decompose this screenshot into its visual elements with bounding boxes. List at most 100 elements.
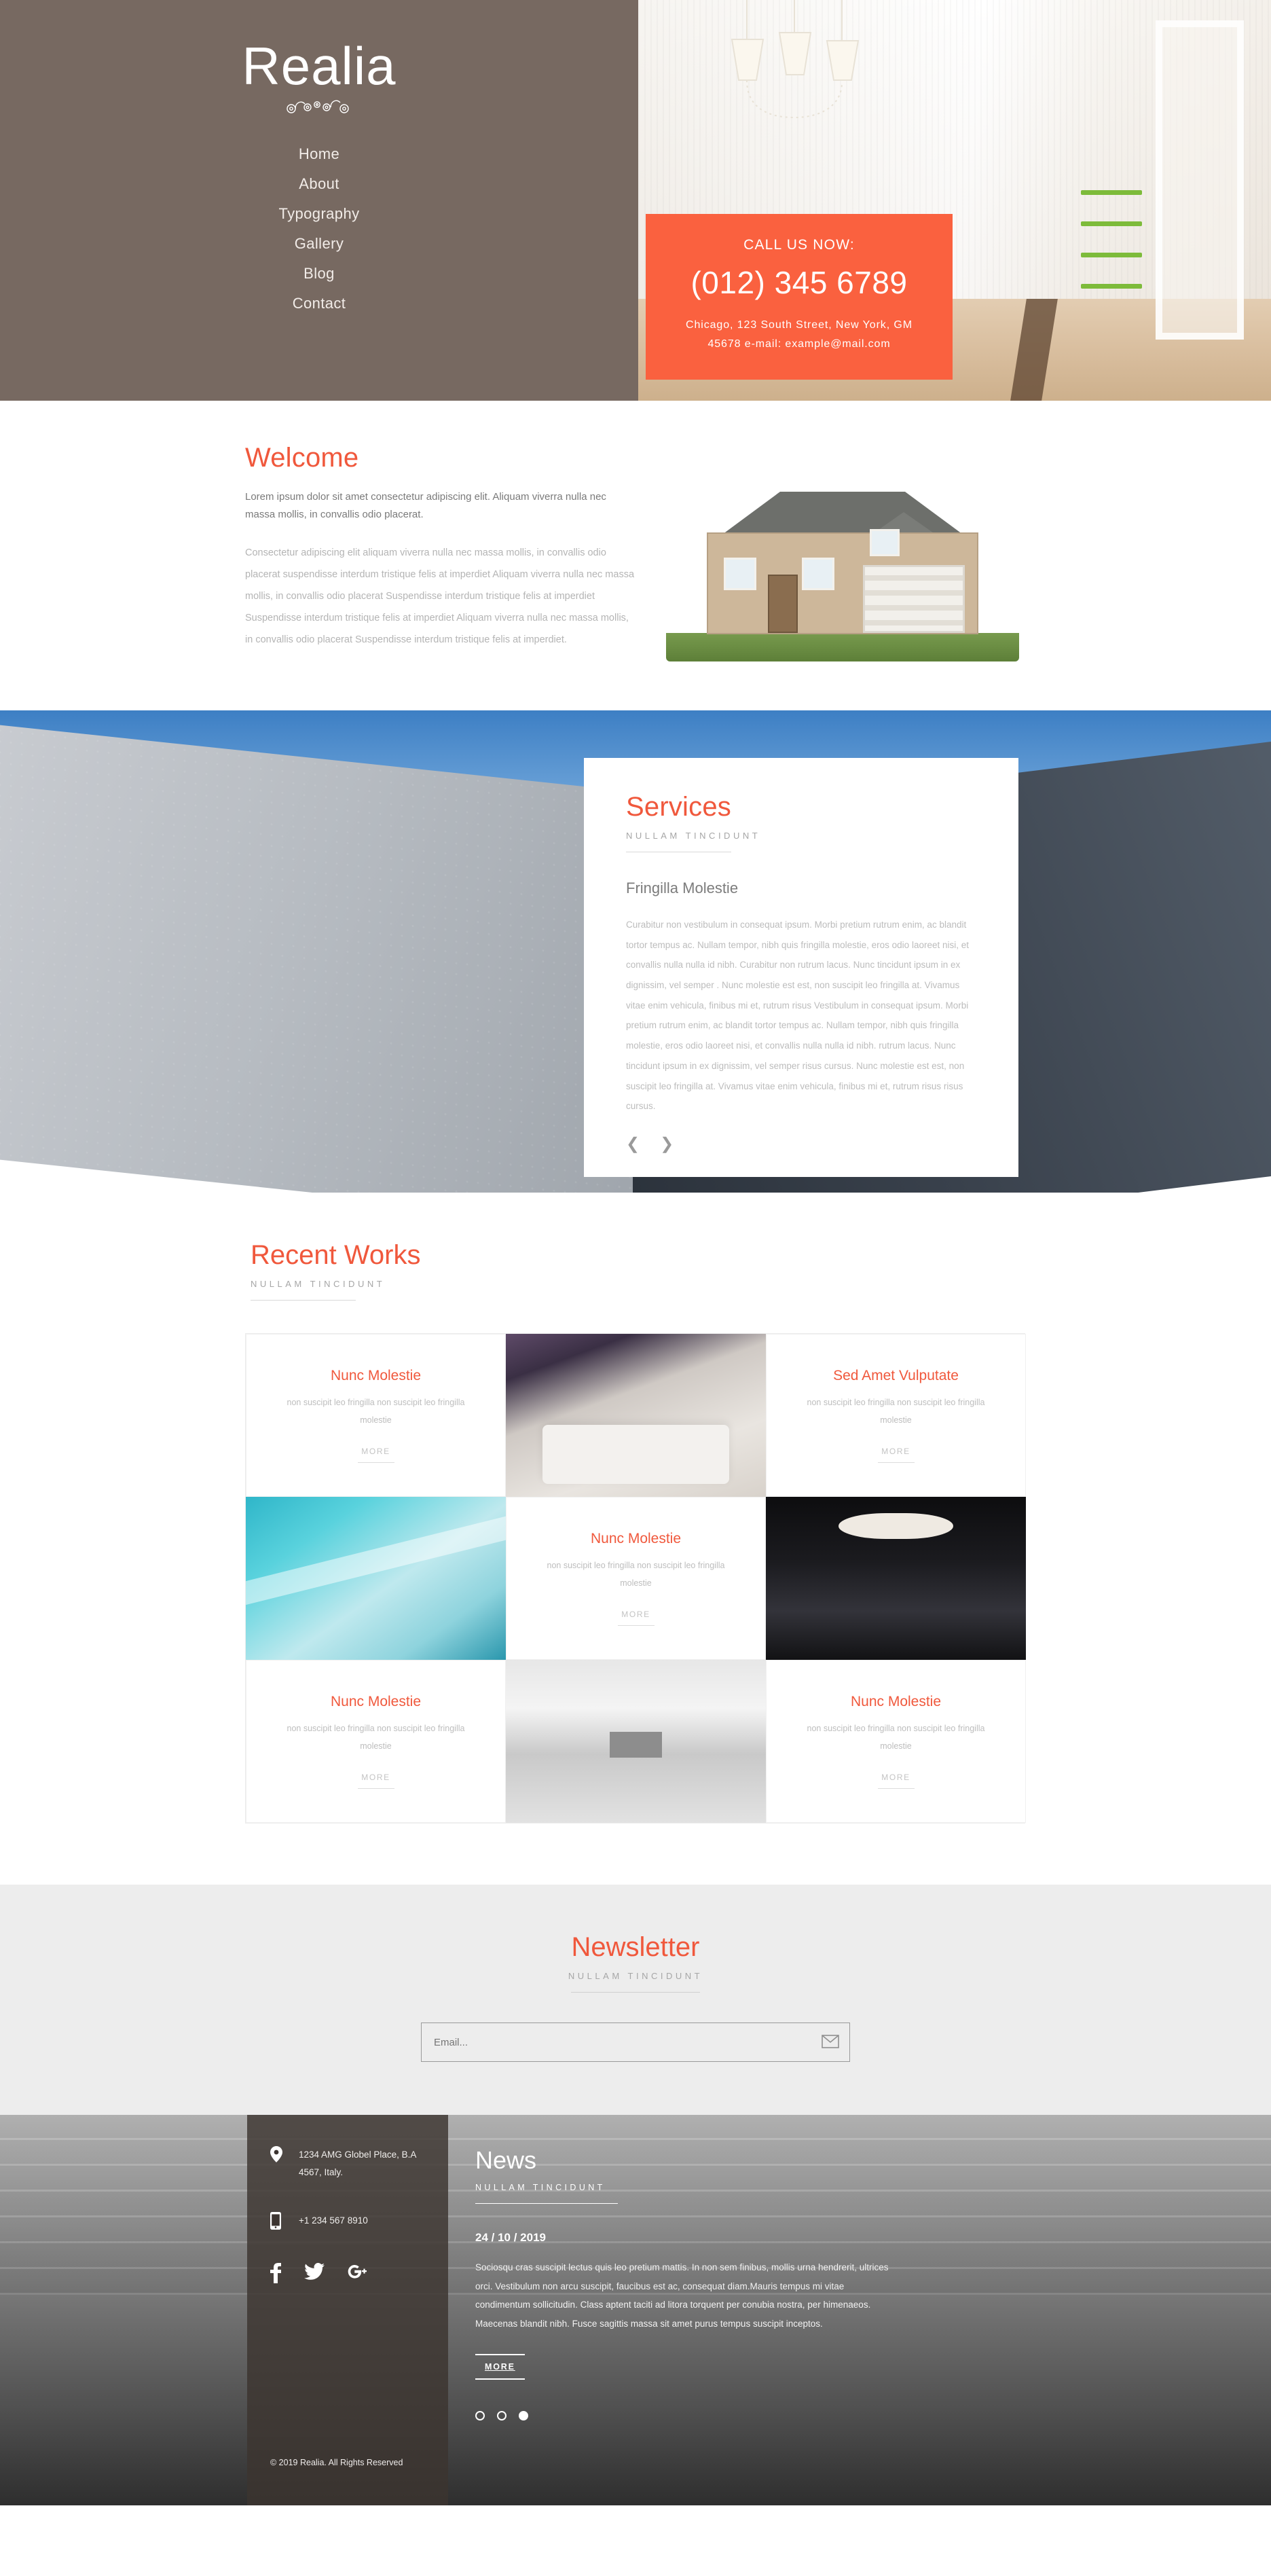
hero-address-line2: 45678 e-mail: example@mail.com: [707, 338, 891, 350]
nav-item-contact[interactable]: Contact: [293, 295, 346, 312]
welcome-title: Welcome: [245, 443, 359, 473]
work-card-desc: non suscipit leo fringilla non suscipit …: [287, 1397, 465, 1425]
envelope-icon: [822, 2034, 839, 2050]
main-navigation[interactable]: Home About Typography Gallery Blog Conta…: [279, 145, 360, 312]
newsletter-form: [421, 2022, 850, 2062]
newsletter-title: Newsletter: [571, 1932, 700, 1962]
call-us-box: CALL US NOW: (012) 345 6789 Chicago, 123…: [646, 214, 953, 380]
newsletter-submit-button[interactable]: [811, 2023, 849, 2061]
hero-sidebar: Realia Home About Typography Gallery Blo…: [0, 0, 638, 401]
services-body: Curabitur non vestibulum in consequat ip…: [626, 920, 969, 1112]
work-card-more[interactable]: MORE: [881, 1773, 910, 1782]
work-card-more[interactable]: MORE: [361, 1447, 390, 1456]
newsletter-email-input[interactable]: [422, 2023, 811, 2061]
carousel-dot-1[interactable]: [475, 2410, 485, 2420]
services-title: Services: [626, 792, 731, 822]
welcome-text-column: Welcome Lorem ipsum dolor sit amet conse…: [245, 443, 639, 661]
hero-section: Realia Home About Typography Gallery Blo…: [0, 0, 1271, 401]
news-body: Sociosqu cras suscipit lectus quis leo p…: [475, 2262, 889, 2329]
footer-news-divider: [475, 2203, 618, 2204]
services-carousel-controls[interactable]: ❮ ❯: [626, 1134, 976, 1154]
work-card-title: Nunc Molestie: [850, 1693, 942, 1709]
work-card-title: Sed Amet Vulputate: [833, 1367, 959, 1383]
more-underline: [617, 1625, 655, 1627]
work-card-desc: non suscipit leo fringilla non suscipit …: [547, 1560, 725, 1588]
phone-number[interactable]: (012) 345 6789: [659, 264, 939, 301]
footer-phone[interactable]: +1 234 567 8910: [299, 2212, 368, 2230]
work-card-more[interactable]: MORE: [621, 1610, 650, 1619]
footer-phone-row: +1 234 567 8910: [270, 2211, 425, 2233]
work-card[interactable]: Nunc Molestie non suscipit leo fringilla…: [766, 1660, 1026, 1823]
chandelier-decor: [720, 0, 923, 162]
nav-item-about[interactable]: About: [299, 175, 339, 193]
work-card-title: Nunc Molestie: [330, 1367, 422, 1383]
recent-works-title: Recent Works: [251, 1240, 421, 1270]
more-underline: [357, 1462, 394, 1464]
footer-address-row: 1234 AMG Globel Place, B.A 4567, Italy.: [270, 2146, 425, 2182]
footer-address-line2: 4567, Italy.: [299, 2167, 344, 2178]
hero-image: CALL US NOW: (012) 345 6789 Chicago, 123…: [638, 0, 1271, 401]
hero-address-line1: Chicago, 123 South Street, New York, GM: [686, 319, 913, 331]
nav-item-blog[interactable]: Blog: [303, 265, 335, 283]
google-plus-icon[interactable]: [348, 2263, 368, 2287]
footer-news-panel: News NULLAM TINCIDUNT 24 / 10 / 2019 Soc…: [475, 2146, 896, 2420]
footer-contact-panel: 1234 AMG Globel Place, B.A 4567, Italy. …: [247, 2115, 448, 2505]
work-card-desc: non suscipit leo fringilla non suscipit …: [807, 1397, 985, 1425]
footer-social-links[interactable]: [270, 2262, 425, 2287]
ornamental-flourish-icon: [282, 96, 356, 114]
footer-news-kicker: NULLAM TINCIDUNT: [475, 2183, 606, 2192]
works-grid: Nunc Molestie non suscipit leo fringilla…: [245, 1333, 1026, 1824]
newsletter-kicker: NULLAM TINCIDUNT: [568, 1971, 703, 1981]
carousel-dot-3[interactable]: [519, 2410, 528, 2420]
work-card-desc: non suscipit leo fringilla non suscipit …: [287, 1723, 465, 1751]
footer-address-line1: 1234 AMG Globel Place, B.A: [299, 2149, 417, 2160]
news-more-button[interactable]: MORE: [475, 2353, 525, 2380]
work-image-pool[interactable]: [246, 1497, 506, 1660]
twitter-icon[interactable]: [304, 2262, 325, 2287]
newsletter-section: Newsletter NULLAM TINCIDUNT: [0, 1885, 1271, 2115]
work-card-desc: non suscipit leo fringilla non suscipit …: [807, 1723, 985, 1751]
more-underline: [877, 1788, 915, 1790]
recent-works-section: Recent Works NULLAM TINCIDUNT Nunc Moles…: [0, 1193, 1271, 1885]
news-date: 24 / 10 / 2019: [475, 2231, 546, 2244]
welcome-body: Consectetur adipiscing elit aliquam vive…: [245, 547, 635, 646]
work-image-corridor[interactable]: [506, 1660, 766, 1823]
news-carousel-dots[interactable]: [475, 2410, 896, 2420]
chevron-right-icon[interactable]: ❯: [660, 1134, 674, 1154]
services-card: Services NULLAM TINCIDUNT Fringilla Mole…: [584, 758, 1018, 1177]
work-card-title: Nunc Molestie: [330, 1693, 422, 1709]
recent-works-kicker: NULLAM TINCIDUNT: [251, 1279, 386, 1289]
nav-item-gallery[interactable]: Gallery: [295, 235, 344, 253]
services-subtitle: Fringilla Molestie: [626, 879, 739, 896]
door-decor: [1156, 20, 1244, 340]
work-card[interactable]: Nunc Molestie non suscipit leo fringilla…: [246, 1660, 506, 1823]
work-image-office[interactable]: [766, 1497, 1026, 1660]
recent-works-divider: [251, 1300, 356, 1301]
nav-item-home[interactable]: Home: [299, 145, 339, 163]
work-card[interactable]: Nunc Molestie non suscipit leo fringilla…: [246, 1334, 506, 1497]
work-card[interactable]: Nunc Molestie non suscipit leo fringilla…: [506, 1497, 766, 1660]
services-section: Services NULLAM TINCIDUNT Fringilla Mole…: [0, 710, 1271, 1193]
newsletter-divider: [571, 1992, 700, 1993]
site-logo[interactable]: Realia: [242, 39, 396, 92]
work-card-more[interactable]: MORE: [361, 1773, 390, 1782]
footer-section: 1234 AMG Globel Place, B.A 4567, Italy. …: [0, 2115, 1271, 2505]
hero-address: Chicago, 123 South Street, New York, GM …: [659, 316, 939, 354]
more-underline: [877, 1462, 915, 1464]
work-card[interactable]: Sed Amet Vulputate non suscipit leo frin…: [766, 1334, 1026, 1497]
work-image-lounge[interactable]: [506, 1334, 766, 1497]
map-pin-icon: [270, 2146, 285, 2166]
services-kicker: NULLAM TINCIDUNT: [626, 831, 761, 841]
chevron-left-icon[interactable]: ❮: [626, 1134, 640, 1154]
footer-news-title: News: [475, 2146, 537, 2174]
welcome-section: Welcome Lorem ipsum dolor sit amet conse…: [0, 401, 1271, 710]
work-card-more[interactable]: MORE: [881, 1447, 910, 1456]
carousel-dot-2[interactable]: [497, 2410, 506, 2420]
nav-item-typography[interactable]: Typography: [279, 205, 360, 223]
facebook-icon[interactable]: [270, 2262, 281, 2287]
recent-works-header: Recent Works NULLAM TINCIDUNT: [251, 1240, 1026, 1301]
copyright-text: © 2019 Realia. All Rights Reserved: [270, 2458, 403, 2467]
page-root: Realia Home About Typography Gallery Blo…: [0, 0, 1271, 2505]
more-underline: [357, 1788, 394, 1790]
call-us-label: CALL US NOW:: [743, 237, 855, 253]
